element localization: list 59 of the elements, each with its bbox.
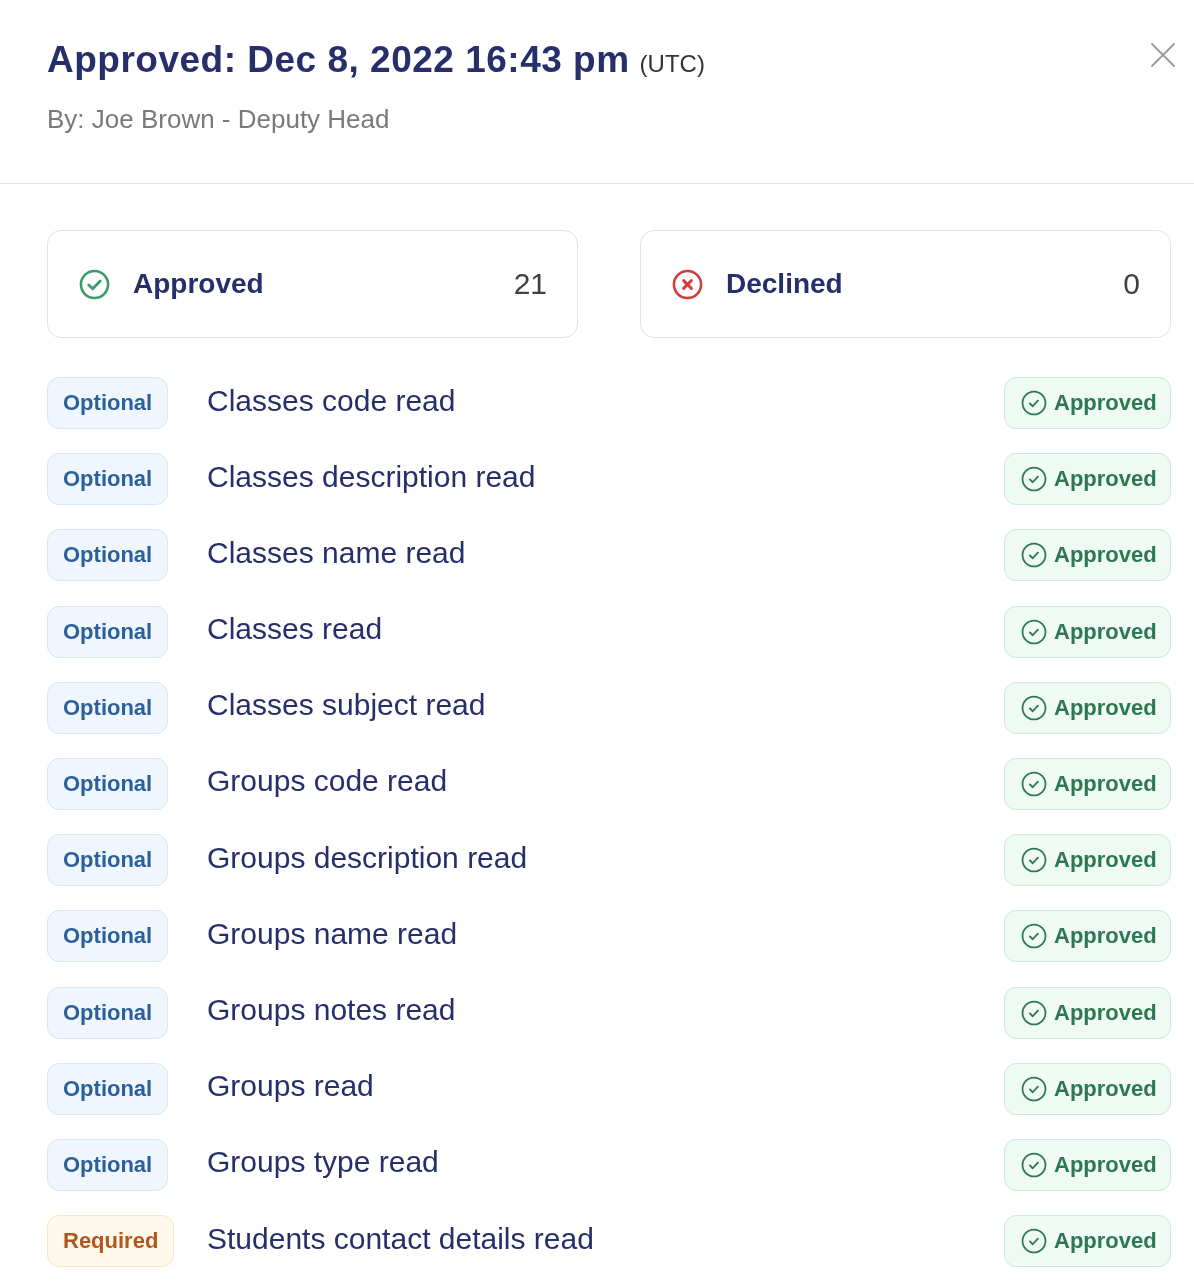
check-circle-icon — [1021, 466, 1047, 493]
requirement-tag: Optional — [47, 681, 169, 734]
status-label: Approved — [1054, 1151, 1157, 1178]
status-label: Approved — [1054, 847, 1157, 874]
summary-count: 0 — [1123, 266, 1140, 302]
requirement-tag: Optional — [47, 605, 169, 658]
status-label: Approved — [1054, 542, 1157, 569]
permission-name: Groups description read — [207, 839, 528, 876]
status-label: Approved — [1054, 618, 1157, 645]
requirement-tag: Optional — [47, 1062, 169, 1115]
permission-name: Classes name read — [207, 534, 466, 571]
status-label: Approved — [1054, 999, 1157, 1026]
summary-label: Declined — [726, 267, 843, 301]
check-circle-icon — [79, 268, 110, 300]
requirement-tag: Optional — [47, 757, 169, 810]
status-label: Approved — [1054, 466, 1157, 493]
requirement-tag: Optional — [47, 377, 169, 429]
requirement-tag: Optional — [47, 453, 169, 506]
status-label: Approved — [1054, 923, 1157, 950]
check-circle-icon — [1021, 1075, 1047, 1102]
summary-count: 21 — [513, 266, 547, 302]
requirement-tag: Optional — [47, 529, 169, 582]
permission-name: Groups code read — [207, 763, 448, 800]
requirement-tag: Optional — [47, 986, 169, 1039]
close-icon — [1151, 43, 1175, 67]
permission-name: Groups name read — [207, 915, 458, 952]
check-circle-icon — [1021, 770, 1047, 797]
summary-label: Approved — [133, 267, 264, 301]
dialog-title: Approved: Dec 8, 2022 16:43 pm — [47, 38, 630, 82]
timezone-label: (UTC) — [639, 49, 705, 79]
permission-name: Groups type read — [207, 1144, 439, 1181]
check-circle-icon — [1021, 999, 1047, 1026]
check-circle-icon — [1021, 1151, 1047, 1178]
status-label: Approved — [1054, 390, 1157, 416]
check-circle-icon — [1021, 542, 1047, 569]
check-circle-icon — [1021, 1228, 1047, 1255]
approver-subtitle: By: Joe Brown - Deputy Head — [47, 104, 390, 134]
status-label: Approved — [1054, 1228, 1157, 1255]
status-label: Approved — [1054, 770, 1157, 797]
check-circle-icon — [1021, 694, 1047, 721]
permission-name: Groups notes read — [207, 992, 456, 1028]
x-circle-icon — [672, 268, 703, 300]
status-label: Approved — [1054, 694, 1157, 721]
permission-name: Students contact details read — [207, 1220, 594, 1257]
check-circle-icon — [1021, 923, 1047, 950]
requirement-tag: Optional — [47, 1138, 169, 1191]
check-circle-icon — [1021, 390, 1047, 416]
check-circle-icon — [1021, 618, 1047, 645]
requirement-tag: Required — [47, 1215, 175, 1268]
permission-name: Groups read — [207, 1068, 374, 1105]
permission-name: Classes subject read — [207, 687, 486, 724]
permission-name: Classes read — [207, 611, 383, 648]
permission-name: Classes description read — [207, 458, 536, 495]
check-circle-icon — [1021, 847, 1047, 874]
status-label: Approved — [1054, 1075, 1157, 1102]
close-button[interactable] — [1151, 43, 1175, 67]
permission-name: Classes code read — [207, 382, 456, 419]
requirement-tag: Optional — [47, 910, 169, 963]
requirement-tag: Optional — [47, 834, 169, 887]
